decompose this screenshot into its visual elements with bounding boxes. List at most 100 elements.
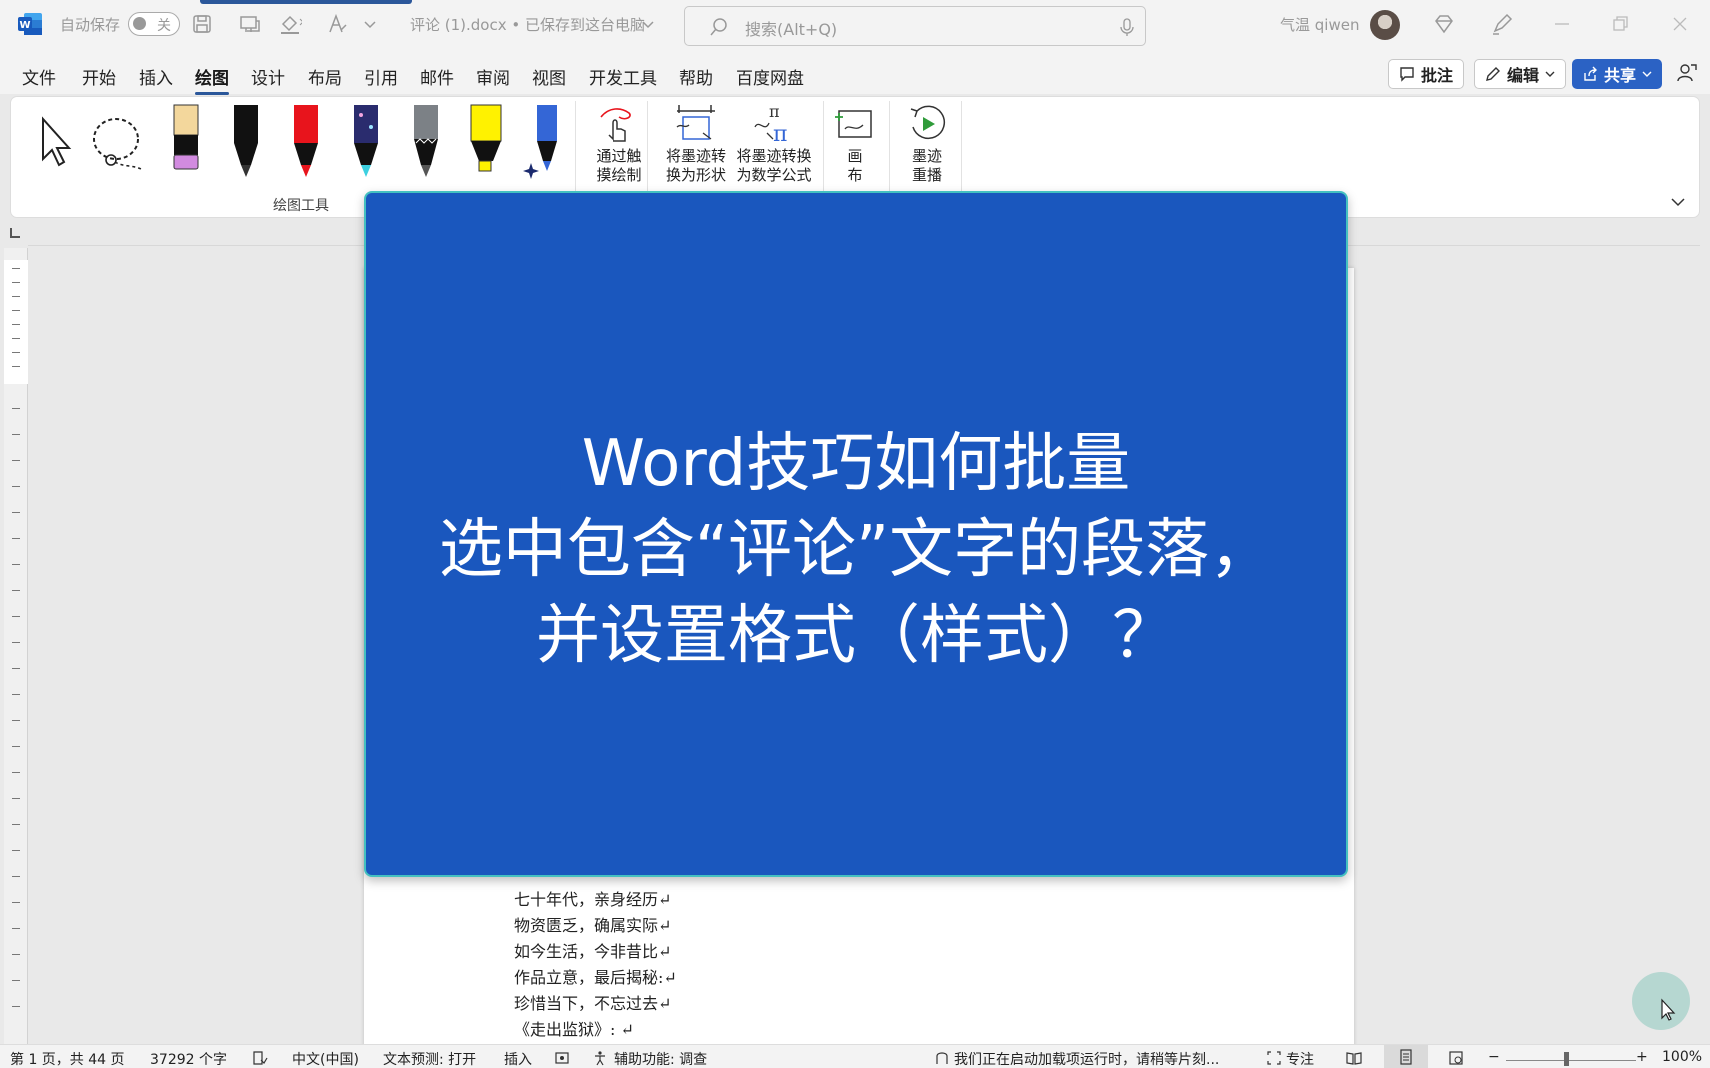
document-title[interactable]: 评论 (1).docx • 已保存到这台电脑 [410, 14, 645, 35]
tab-file[interactable]: 文件 [22, 64, 56, 89]
present-icon[interactable] [238, 12, 262, 36]
avatar[interactable] [1370, 10, 1400, 40]
tab-layout[interactable]: 布局 [308, 64, 342, 89]
ruler-tick [12, 268, 20, 269]
tab-view[interactable]: 视图 [532, 64, 566, 89]
replay-icon [910, 105, 946, 140]
ruler-tick [12, 876, 20, 877]
pen-black[interactable] [221, 103, 271, 183]
pen-galaxy[interactable] [341, 103, 391, 183]
canvas-label[interactable]: 画 布 [831, 147, 879, 185]
zoom-slider-thumb[interactable] [1564, 1052, 1569, 1066]
tutorial-title-line: 选中包含“评论”文字的段落， [438, 513, 1274, 587]
tab-design[interactable]: 设计 [251, 64, 285, 89]
ruler-tick [12, 460, 20, 461]
language[interactable]: 中文(中国) [292, 1049, 359, 1068]
comment-button[interactable]: 批注 [1388, 59, 1465, 89]
user-name[interactable]: 气温 qiwen [1280, 14, 1359, 35]
save-icon[interactable] [190, 12, 214, 36]
ink-to-shape-tool[interactable] [675, 103, 719, 143]
ribbon-collapse-chevron-icon[interactable] [1669, 193, 1687, 211]
ink-to-math-label[interactable]: 将墨迹转换 为数学公式 [729, 147, 819, 185]
edit-label: 编辑 [1507, 66, 1540, 85]
ink-to-shape-label[interactable]: 将墨迹转 换为形状 [659, 147, 733, 185]
canvas-tool[interactable] [833, 103, 877, 143]
document-line[interactable]: 珍惜当下，不忘过去↵ [514, 990, 671, 1014]
tab-help[interactable]: 帮助 [679, 64, 713, 89]
tab-baidu-netdisk[interactable]: 百度网盘 [736, 64, 804, 89]
document-line[interactable]: 七十年代，亲身经历↵ [514, 886, 671, 910]
tab-mailings[interactable]: 邮件 [420, 64, 454, 89]
focus-icon [1267, 1051, 1281, 1065]
word-count[interactable]: 37292 个字 [150, 1049, 227, 1068]
touch-draw-tool[interactable] [595, 103, 639, 143]
ruler-corner[interactable] [10, 228, 20, 238]
title-chevron-down-icon[interactable] [640, 12, 656, 36]
pen-icon[interactable] [1490, 12, 1514, 36]
document-line[interactable]: 作品立意，最后揭秘:↵ [514, 964, 677, 988]
macro-recording-icon[interactable] [554, 1050, 570, 1066]
focus-mode[interactable]: 专注 [1286, 1049, 1314, 1068]
page-count[interactable]: 第 1 页，共 44 页 [10, 1049, 125, 1068]
tab-insert[interactable]: 插入 [139, 64, 173, 89]
zoom-in-button[interactable]: + [1636, 1049, 1648, 1065]
accessibility-icon [595, 1051, 605, 1066]
ruler-tick [12, 352, 20, 353]
zoom-level[interactable]: 100% [1662, 1049, 1702, 1065]
zoom-slider-track[interactable] [1506, 1060, 1636, 1061]
ink-replay-tool[interactable] [905, 103, 949, 143]
paint-bucket-icon[interactable] [278, 12, 304, 36]
document-line[interactable]: 《走出监狱》: ↵ [514, 1016, 634, 1040]
action-pen[interactable] [521, 103, 571, 183]
insert-mode[interactable]: 插入 [504, 1049, 532, 1068]
ruler-tick [12, 668, 20, 669]
share-button[interactable]: 共享 [1572, 59, 1662, 89]
text-effects-icon[interactable] [326, 12, 350, 36]
status-bar: 第 1 页，共 44 页 37292 个字 中文(中国) 文本预测: 打开 插入… [0, 1044, 1710, 1068]
ruler-tick [12, 902, 20, 903]
proofing-icon[interactable] [252, 1050, 268, 1066]
document-line[interactable]: 如今生活，今非昔比↵ [514, 938, 671, 962]
pen-red[interactable] [281, 103, 331, 183]
text-prediction[interactable]: 文本预测: 打开 [383, 1049, 476, 1068]
lasso-select-tool[interactable] [89, 109, 147, 173]
touch-draw-label[interactable]: 通过触 摸绘制 [589, 147, 649, 185]
pen-pink-eraser[interactable] [161, 103, 211, 183]
coauthor-icon[interactable] [1676, 62, 1698, 84]
ink-replay-label[interactable]: 墨迹 重播 [903, 147, 951, 185]
close-icon[interactable] [1668, 12, 1692, 36]
tab-home[interactable]: 开始 [82, 64, 116, 89]
edit-button[interactable]: 编辑 [1474, 59, 1567, 89]
tab-review[interactable]: 审阅 [476, 64, 510, 89]
tab-references[interactable]: 引用 [364, 64, 398, 89]
ruler-tick [12, 824, 20, 825]
read-mode-icon[interactable] [1346, 1050, 1362, 1066]
web-layout-icon[interactable] [1448, 1050, 1464, 1066]
pencil-gray[interactable] [401, 103, 451, 183]
canvas-label-line1: 画 [847, 147, 863, 165]
ink-to-math-label-line2: 为数学公式 [736, 166, 812, 184]
search-box[interactable]: 搜索(Alt+Q) [684, 6, 1146, 46]
touch-draw-label-line2: 摸绘制 [596, 166, 642, 184]
ruler-tick [12, 538, 20, 539]
document-line[interactable]: 物资匮乏，确属实际↵ [514, 912, 671, 936]
diamond-icon[interactable] [1432, 12, 1456, 36]
tab-developer[interactable]: 开发工具 [589, 64, 657, 89]
select-arrow-tool[interactable] [29, 109, 77, 173]
autosave-toggle[interactable]: 关 [128, 12, 180, 36]
cursor-highlight [1632, 972, 1690, 1030]
microphone-icon[interactable] [1119, 17, 1135, 37]
tab-draw[interactable]: 绘图 [195, 64, 229, 95]
highlighter-yellow[interactable] [461, 103, 511, 183]
ruler-tick [12, 642, 20, 643]
ruler-tick [12, 434, 20, 435]
vertical-ruler[interactable] [4, 248, 28, 1044]
restore-icon[interactable] [1608, 12, 1632, 36]
accessibility-status[interactable]: 辅助功能: 调查 [614, 1049, 707, 1068]
customize-dropdown-icon[interactable] [362, 12, 378, 36]
zoom-out-button[interactable]: − [1488, 1049, 1500, 1065]
minimize-icon[interactable] [1550, 12, 1574, 36]
ink-to-math-tool[interactable]: ππ [751, 102, 795, 147]
addin-loading-icon [936, 1052, 948, 1064]
print-layout-button[interactable] [1384, 1045, 1428, 1068]
